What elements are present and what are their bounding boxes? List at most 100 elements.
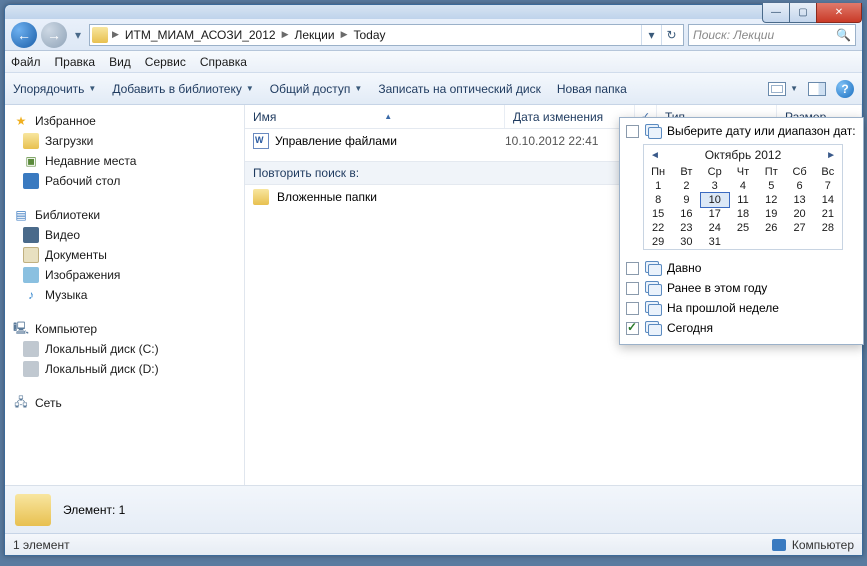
- video-icon: [23, 227, 39, 243]
- organize-button[interactable]: Упорядочить▼: [13, 82, 96, 96]
- cal-day[interactable]: 14: [814, 193, 842, 207]
- nav-disk-d[interactable]: Локальный диск (D:): [9, 359, 240, 379]
- preview-pane-button[interactable]: [808, 82, 826, 96]
- search-input[interactable]: Поиск: Лекции 🔍: [688, 24, 856, 46]
- forward-button[interactable]: →: [41, 22, 67, 48]
- cal-day[interactable]: 24: [701, 221, 729, 235]
- view-mode-button[interactable]: ▼: [768, 82, 798, 96]
- cal-month[interactable]: Октябрь 2012: [705, 148, 782, 162]
- menu-tools[interactable]: Сервис: [145, 55, 186, 69]
- cal-day[interactable]: 29: [644, 235, 672, 249]
- navigation-pane[interactable]: ★Избранное Загрузки ▣Недавние места Рабо…: [5, 105, 245, 485]
- cal-day[interactable]: 23: [672, 221, 700, 235]
- date-option[interactable]: На прошлой неделе: [626, 298, 857, 318]
- view-icon: [768, 82, 786, 96]
- nav-pictures[interactable]: Изображения: [9, 265, 240, 285]
- select-all-checkbox[interactable]: [626, 125, 639, 138]
- share-button[interactable]: Общий доступ▼: [270, 82, 363, 96]
- minimize-button[interactable]: —: [762, 3, 790, 23]
- breadcrumb-sep[interactable]: ▶: [280, 29, 291, 40]
- cal-day[interactable]: 20: [785, 207, 813, 221]
- checkbox[interactable]: [626, 262, 639, 275]
- menu-edit[interactable]: Правка: [55, 55, 96, 69]
- burn-button[interactable]: Записать на оптический диск: [378, 82, 541, 96]
- cal-day[interactable]: 31: [701, 235, 729, 249]
- libraries-header[interactable]: ▤Библиотеки: [9, 205, 240, 225]
- cal-day[interactable]: 2: [672, 179, 700, 193]
- cal-day[interactable]: 21: [814, 207, 842, 221]
- nav-history-dropdown[interactable]: ▾: [71, 28, 85, 42]
- date-option[interactable]: Сегодня: [626, 318, 857, 338]
- cal-day[interactable]: 7: [814, 179, 842, 193]
- cal-day[interactable]: 13: [785, 193, 813, 207]
- cal-next[interactable]: ►: [826, 150, 836, 161]
- cal-day[interactable]: 9: [672, 193, 700, 207]
- maximize-button[interactable]: ▢: [789, 3, 817, 23]
- date-option[interactable]: Ранее в этом году: [626, 278, 857, 298]
- checkbox[interactable]: [626, 282, 639, 295]
- details-text: Элемент: 1: [63, 503, 125, 517]
- breadcrumb-seg-2[interactable]: Today: [349, 28, 389, 42]
- add-to-library-button[interactable]: Добавить в библиотеку▼: [112, 82, 253, 96]
- breadcrumb-seg-1[interactable]: Лекции: [290, 28, 338, 42]
- search-icon[interactable]: 🔍: [836, 28, 851, 42]
- nav-desktop[interactable]: Рабочий стол: [9, 171, 240, 191]
- breadcrumb-sep[interactable]: ▶: [339, 29, 350, 40]
- close-button[interactable]: ✕: [816, 3, 862, 23]
- date-panel-title: Выберите дату или диапазон дат:: [667, 124, 856, 138]
- nav-recent[interactable]: ▣Недавние места: [9, 151, 240, 171]
- date-option[interactable]: Давно: [626, 258, 857, 278]
- favorites-header[interactable]: ★Избранное: [9, 111, 240, 131]
- cal-day[interactable]: 30: [672, 235, 700, 249]
- network-header[interactable]: 🖧Сеть: [9, 393, 240, 413]
- breadcrumb-sep[interactable]: ▶: [110, 29, 121, 40]
- address-dropdown[interactable]: ▾: [641, 25, 661, 45]
- cal-dow: Вс: [814, 165, 842, 179]
- cal-day[interactable]: 19: [757, 207, 785, 221]
- checkbox[interactable]: [626, 302, 639, 315]
- cal-prev[interactable]: ◄: [650, 150, 660, 161]
- breadcrumb-seg-0[interactable]: ИТМ_МИАМ_АСОЗИ_2012: [121, 28, 280, 42]
- refresh-button[interactable]: ↻: [661, 25, 681, 45]
- back-button[interactable]: ←: [11, 22, 37, 48]
- cal-day[interactable]: 26: [757, 221, 785, 235]
- cal-day[interactable]: 15: [644, 207, 672, 221]
- help-button[interactable]: ?: [836, 80, 854, 98]
- cal-day[interactable]: 3: [701, 179, 729, 193]
- nav-documents[interactable]: Документы: [9, 245, 240, 265]
- cal-day[interactable]: 10: [700, 192, 730, 208]
- menu-help[interactable]: Справка: [200, 55, 247, 69]
- cal-day[interactable]: 4: [729, 179, 757, 193]
- cal-day[interactable]: 22: [644, 221, 672, 235]
- cal-day[interactable]: 25: [729, 221, 757, 235]
- cal-dow: Ср: [701, 165, 729, 179]
- library-icon: ▤: [13, 207, 29, 223]
- menu-view[interactable]: Вид: [109, 55, 131, 69]
- cal-day[interactable]: 8: [644, 193, 672, 207]
- titlebar[interactable]: — ▢ ✕: [5, 5, 862, 19]
- cal-day[interactable]: 27: [785, 221, 813, 235]
- col-date[interactable]: Дата изменения: [505, 105, 635, 128]
- cal-dow-row: ПнВтСрЧтПтСбВс: [644, 165, 842, 179]
- cal-day[interactable]: 17: [701, 207, 729, 221]
- col-name[interactable]: Имя▲: [245, 105, 505, 128]
- cal-day[interactable]: 12: [757, 193, 785, 207]
- nav-music[interactable]: ♪Музыка: [9, 285, 240, 305]
- cal-day[interactable]: 18: [729, 207, 757, 221]
- cal-day[interactable]: 6: [785, 179, 813, 193]
- address-bar[interactable]: ▶ ИТМ_МИАМ_АСОЗИ_2012 ▶ Лекции ▶ Today ▾…: [89, 24, 684, 46]
- computer-header[interactable]: 🖳Компьютер: [9, 319, 240, 339]
- new-folder-button[interactable]: Новая папка: [557, 82, 627, 96]
- desktop-icon: [23, 173, 39, 189]
- menu-file[interactable]: Файл: [11, 55, 41, 69]
- nav-downloads[interactable]: Загрузки: [9, 131, 240, 151]
- nav-videos[interactable]: Видео: [9, 225, 240, 245]
- cal-day[interactable]: 28: [814, 221, 842, 235]
- cal-day[interactable]: 11: [729, 193, 757, 207]
- date-option-label: Давно: [667, 261, 701, 275]
- nav-disk-c[interactable]: Локальный диск (C:): [9, 339, 240, 359]
- cal-day[interactable]: 1: [644, 179, 672, 193]
- cal-day[interactable]: 5: [757, 179, 785, 193]
- cal-day[interactable]: 16: [672, 207, 700, 221]
- checkbox[interactable]: [626, 322, 639, 335]
